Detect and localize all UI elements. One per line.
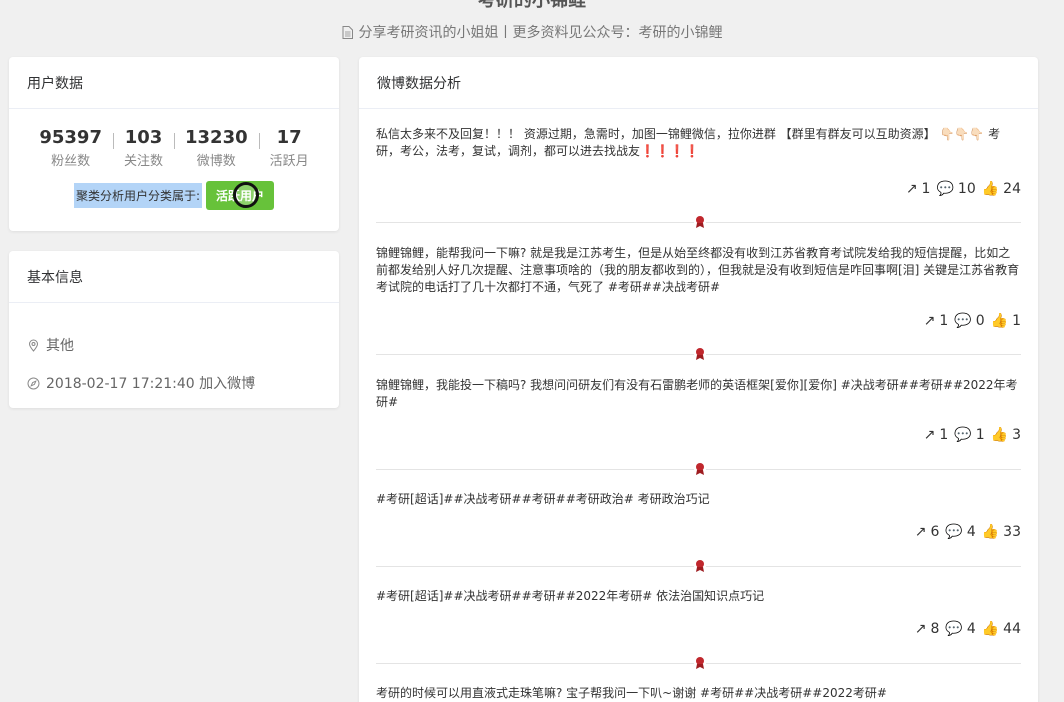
location-text: 其他 <box>46 338 74 354</box>
share-icon[interactable]: ↗ <box>915 621 927 637</box>
thumbs-up-icon[interactable]: 👍 <box>982 621 999 637</box>
share-icon[interactable]: ↗ <box>906 181 918 197</box>
post-actions: ↗ 6 💬 4 👍 33 <box>915 524 1021 540</box>
weibo-analysis-card: 微博数据分析 私信太多来不及回复！！！ 资源过期，急需时，加图一锦鲤微信，拉你进… <box>359 57 1038 702</box>
repost-count: 1 <box>939 313 949 329</box>
repost-count: 1 <box>939 427 949 443</box>
post-divider <box>376 347 1021 361</box>
ribbon-icon <box>694 347 706 361</box>
comment-count: 4 <box>966 524 976 540</box>
post-text-main: 私信太多来不及回复！！！ 资源过期，急需时，加图一锦鲤微信，拉你进群 【群里有群… <box>376 127 936 141</box>
stat-followers: 95397 粉丝数 <box>28 127 113 169</box>
like-count: 1 <box>1012 313 1021 329</box>
comment-count: 10 <box>957 181 976 197</box>
stat-following: 103 关注数 <box>112 127 174 169</box>
comment-icon[interactable]: 💬 <box>954 313 971 329</box>
repost-count: 6 <box>930 524 940 540</box>
stat-label: 关注数 <box>123 154 163 169</box>
stat-value: 103 <box>124 127 163 148</box>
join-date-row: 2018-02-17 17:21:40 加入微博 <box>9 373 339 393</box>
exclamation-icon: ❗❗❗❗ <box>640 144 700 158</box>
list-item: 锦鲤锦鲤，我能投一下稿吗? 我想问问研友们有没有石雷鹏老师的英语框架[爱你][爱… <box>376 377 1021 411</box>
list-item: 私信太多来不及回复！！！ 资源过期，急需时，加图一锦鲤微信，拉你进群 【群里有群… <box>376 126 1021 160</box>
user-data-card: 用户数据 95397 粉丝数 103 关注数 13230 微博数 17 活跃月 … <box>9 57 339 231</box>
stat-value: 13230 <box>185 127 248 148</box>
list-item: 考研的时候可以用直液式走珠笔嘛? 宝子帮我问一下叭~谢谢 #考研##决战考研##… <box>376 685 1021 702</box>
post-divider <box>376 462 1021 476</box>
comment-count: 1 <box>975 427 985 443</box>
stat-active-months: 17 活跃月 <box>258 127 320 169</box>
cluster-result: 聚类分析用户分类属于: 活跃用户 <box>9 181 339 210</box>
post-text: 私信太多来不及回复！！！ 资源过期，急需时，加图一锦鲤微信，拉你进群 【群里有群… <box>376 126 1021 160</box>
like-count: 24 <box>1003 181 1021 197</box>
subtitle-text: 分享考研资讯的小姐姐丨更多资料见公众号：考研的小锦鲤 <box>358 25 723 41</box>
page-title: 考研的小锦鲤 <box>478 0 586 11</box>
comment-icon[interactable]: 💬 <box>936 181 953 197</box>
post-text: 锦鲤锦鲤，我能投一下稿吗? 我想问问研友们有没有石雷鹏老师的英语框架[爱你][爱… <box>376 378 1018 409</box>
post-text: 考研的时候可以用直液式走珠笔嘛? 宝子帮我问一下叭~谢谢 #考研##决战考研##… <box>376 686 887 700</box>
post-divider <box>376 559 1021 573</box>
post-divider <box>376 215 1021 229</box>
list-item: #考研[超话]##决战考研##考研##2022年考研# 依法治国知识点巧记 <box>376 588 1021 605</box>
comment-icon[interactable]: 💬 <box>945 621 962 637</box>
share-icon[interactable]: ↗ <box>915 524 927 540</box>
share-icon[interactable]: ↗ <box>924 427 936 443</box>
cluster-label: 聚类分析用户分类属于: <box>73 183 203 208</box>
list-item: 锦鲤锦鲤，能帮我问一下嘛? 就是我是江苏考生，但是从始至终都没有收到江苏省教育考… <box>376 245 1021 296</box>
location-pin-icon <box>28 339 39 352</box>
thumbs-up-icon[interactable]: 👍 <box>982 181 999 197</box>
stat-value: 95397 <box>39 127 102 148</box>
like-count: 33 <box>1003 524 1021 540</box>
thumbs-up-icon[interactable]: 👍 <box>991 313 1008 329</box>
ribbon-icon <box>694 559 706 573</box>
repost-count: 1 <box>921 181 931 197</box>
compass-icon <box>27 377 40 389</box>
location-row: 其他 <box>9 335 339 355</box>
comment-icon[interactable]: 💬 <box>954 427 971 443</box>
weibo-card-title: 微博数据分析 <box>359 57 1038 109</box>
hands-pointing-down-icon: 👇🏻👇🏻👇🏻 <box>939 127 985 141</box>
stat-label: 粉丝数 <box>51 154 91 169</box>
join-date-text: 2018-02-17 17:21:40 加入微博 <box>46 376 256 392</box>
like-count: 3 <box>1012 427 1021 443</box>
stat-label: 活跃月 <box>269 154 309 169</box>
comment-icon[interactable]: 💬 <box>945 524 962 540</box>
document-icon <box>342 25 353 39</box>
thumbs-up-icon[interactable]: 👍 <box>982 524 999 540</box>
ribbon-icon <box>694 462 706 476</box>
stat-value: 17 <box>276 127 302 148</box>
post-actions: ↗ 1 💬 10 👍 24 <box>906 181 1021 197</box>
ribbon-icon <box>694 656 706 670</box>
basic-info-card-title: 基本信息 <box>9 251 339 303</box>
post-divider <box>376 656 1021 670</box>
ribbon-icon <box>694 215 706 229</box>
thumbs-up-icon[interactable]: 👍 <box>991 427 1008 443</box>
list-item: #考研[超话]##决战考研##考研##考研政治# 考研政治巧记 <box>376 491 1021 508</box>
stat-label: 微博数 <box>196 154 236 169</box>
comment-count: 0 <box>975 313 985 329</box>
post-actions: ↗ 8 💬 4 👍 44 <box>915 621 1021 637</box>
user-data-card-title: 用户数据 <box>9 57 339 109</box>
post-actions: ↗ 1 💬 1 👍 3 <box>924 427 1021 443</box>
stat-weibo-count: 13230 微博数 <box>174 127 259 169</box>
page: 考研的小锦鲤 分享考研资讯的小姐姐丨更多资料见公众号：考研的小锦鲤 用户数据 9… <box>0 0 1064 702</box>
share-icon[interactable]: ↗ <box>924 313 936 329</box>
post-text: 锦鲤锦鲤，能帮我问一下嘛? 就是我是江苏考生，但是从始至终都没有收到江苏省教育考… <box>376 246 1020 294</box>
comment-count: 4 <box>966 621 976 637</box>
user-stats: 95397 粉丝数 103 关注数 13230 微博数 17 活跃月 <box>9 127 339 169</box>
cluster-tag[interactable]: 活跃用户 <box>206 181 275 210</box>
cursor-ring-icon <box>233 182 260 208</box>
post-text: #考研[超话]##决战考研##考研##考研政治# 考研政治巧记 <box>376 492 710 506</box>
repost-count: 8 <box>930 621 940 637</box>
basic-info-card: 基本信息 其他 2018-02-17 17:21:40 加入微博 <box>9 251 339 408</box>
like-count: 44 <box>1003 621 1021 637</box>
post-actions: ↗ 1 💬 0 👍 1 <box>924 313 1021 329</box>
page-subtitle: 分享考研资讯的小姐姐丨更多资料见公众号：考研的小锦鲤 <box>0 22 1064 42</box>
post-text: #考研[超话]##决战考研##考研##2022年考研# 依法治国知识点巧记 <box>376 589 765 603</box>
